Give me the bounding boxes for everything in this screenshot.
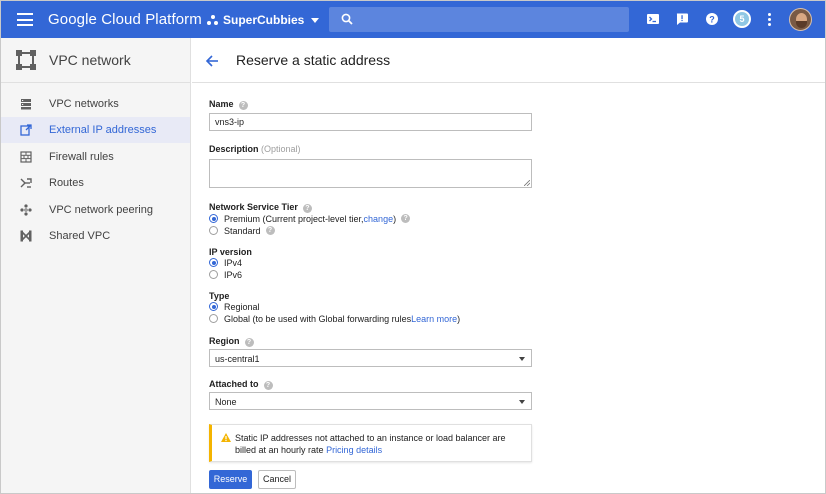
routes-icon xyxy=(20,178,32,188)
change-tier-link[interactable]: change xyxy=(364,214,394,224)
tier-premium-text: Premium (Current project-level tier, xyxy=(224,213,364,224)
name-label-text: Name xyxy=(209,99,234,109)
sidebar-item-label: Firewall rules xyxy=(49,151,114,163)
help-icon[interactable]: ? xyxy=(705,12,719,26)
sidebar-item-label: VPC network peering xyxy=(49,204,153,216)
optional-hint: (Optional) xyxy=(261,144,301,154)
sidebar-item-vpc-network-peering[interactable]: VPC network peering xyxy=(1,197,190,223)
notifications-badge[interactable]: 5 xyxy=(733,10,751,28)
radio-regional[interactable] xyxy=(209,302,218,311)
page-title: Reserve a static address xyxy=(236,52,391,68)
help-icon[interactable]: ? xyxy=(302,204,312,213)
tier-standard-option[interactable]: Standard ? xyxy=(209,225,275,236)
app-window: Google Cloud Platform SuperCubbies ? 5 V… xyxy=(0,0,826,494)
chevron-down-icon xyxy=(311,17,320,23)
sidebar-item-vpc-networks[interactable]: VPC networks xyxy=(1,91,190,117)
help-icon[interactable]: ? xyxy=(244,338,254,347)
warning-text: Static IP addresses not attached to an i… xyxy=(235,432,525,456)
attached-value: None xyxy=(215,397,237,407)
project-selector[interactable]: SuperCubbies xyxy=(207,11,320,29)
radio-ipv6[interactable] xyxy=(209,270,218,279)
type-regional-text: Regional xyxy=(224,301,260,312)
ip-version-label: IP version xyxy=(209,247,252,257)
user-avatar[interactable] xyxy=(789,8,812,31)
type-global-option[interactable]: Global (to be used with Global forwardin… xyxy=(209,313,460,324)
page-header: Reserve a static address xyxy=(192,38,825,83)
description-textarea[interactable] xyxy=(209,159,532,188)
description-label-text: Description xyxy=(209,144,259,154)
sidebar-title: VPC network xyxy=(49,52,131,68)
billing-warning: Static IP addresses not attached to an i… xyxy=(209,424,532,462)
resize-handle-icon[interactable] xyxy=(524,180,530,186)
search-bar[interactable] xyxy=(329,7,629,32)
help-icon[interactable]: ? xyxy=(265,226,275,235)
sidebar-item-shared-vpc[interactable]: Shared VPC xyxy=(1,223,190,249)
tier-standard-text: Standard xyxy=(224,225,261,236)
learn-more-link[interactable]: Learn more xyxy=(411,314,457,324)
more-options-icon[interactable] xyxy=(768,13,771,28)
svg-text:?: ? xyxy=(709,14,715,24)
help-icon[interactable]: ? xyxy=(263,381,273,390)
tier-label: Network Service Tier? xyxy=(209,202,312,213)
ipv6-option[interactable]: IPv6 xyxy=(209,269,242,280)
ipv4-text: IPv4 xyxy=(224,257,243,268)
sidebar-item-external-ip-addresses[interactable]: External IP addresses xyxy=(1,117,190,143)
top-bar: Google Cloud Platform SuperCubbies ? 5 xyxy=(1,1,825,38)
tier-premium-option[interactable]: Premium (Current project-level tier, cha… xyxy=(209,213,411,224)
type-global-close: ) xyxy=(457,313,461,324)
sidebar-item-label: Routes xyxy=(49,177,84,189)
attached-to-label: Attached to? xyxy=(209,379,273,390)
menu-icon[interactable] xyxy=(17,13,33,26)
dropdown-arrow-icon xyxy=(519,357,525,361)
help-icon[interactable]: ? xyxy=(238,101,248,110)
pricing-details-link[interactable]: Pricing details xyxy=(326,445,382,455)
sidebar-header: VPC network xyxy=(1,38,190,83)
sidebar: VPC network VPC networks External IP add… xyxy=(1,38,191,493)
brand-title[interactable]: Google Cloud Platform xyxy=(48,11,202,28)
radio-premium[interactable] xyxy=(209,214,218,223)
tier-premium-close: ) xyxy=(393,213,397,224)
feedback-icon[interactable] xyxy=(675,12,689,26)
name-input[interactable]: vns3-ip xyxy=(209,113,532,131)
ipv6-text: IPv6 xyxy=(224,269,243,280)
attached-to-select[interactable]: None xyxy=(209,392,532,410)
sidebar-item-label: External IP addresses xyxy=(49,124,157,136)
cancel-button[interactable]: Cancel xyxy=(258,470,296,489)
ipv4-option[interactable]: IPv4 xyxy=(209,257,242,268)
vpc-network-icon xyxy=(16,50,36,70)
region-value: us-central1 xyxy=(215,354,260,364)
radio-ipv4[interactable] xyxy=(209,258,218,267)
description-label: Description (Optional) xyxy=(209,144,301,154)
search-icon xyxy=(341,13,353,25)
cloud-shell-icon[interactable] xyxy=(646,12,660,26)
region-label: Region? xyxy=(209,336,254,347)
vpc-networks-icon xyxy=(21,99,31,110)
peering-icon xyxy=(20,204,32,216)
sidebar-item-label: VPC networks xyxy=(49,98,119,110)
external-ip-icon xyxy=(20,124,32,136)
warning-icon xyxy=(221,433,231,442)
firewall-icon xyxy=(20,151,32,163)
radio-standard[interactable] xyxy=(209,226,218,235)
sidebar-item-routes[interactable]: Routes xyxy=(1,170,190,196)
region-select[interactable]: us-central1 xyxy=(209,349,532,367)
radio-global[interactable] xyxy=(209,314,218,323)
type-global-text: Global (to be used with Global forwardin… xyxy=(224,313,412,324)
type-label: Type xyxy=(209,291,230,301)
dropdown-arrow-icon xyxy=(519,400,525,404)
sidebar-item-firewall-rules[interactable]: Firewall rules xyxy=(1,144,190,170)
help-icon[interactable]: ? xyxy=(401,214,411,223)
project-name: SuperCubbies xyxy=(223,13,305,27)
name-label: Name? xyxy=(209,99,248,110)
back-arrow-icon[interactable] xyxy=(205,54,219,68)
attached-label-text: Attached to xyxy=(209,379,259,389)
main-content: Reserve a static address Name? vns3-ip D… xyxy=(192,38,825,493)
type-regional-option[interactable]: Regional xyxy=(209,301,260,312)
sidebar-item-label: Shared VPC xyxy=(49,230,111,242)
tier-label-text: Network Service Tier xyxy=(209,202,298,212)
region-label-text: Region xyxy=(209,336,240,346)
shared-vpc-icon xyxy=(20,230,32,242)
project-icon xyxy=(207,14,218,26)
reserve-button[interactable]: Reserve xyxy=(209,470,252,489)
